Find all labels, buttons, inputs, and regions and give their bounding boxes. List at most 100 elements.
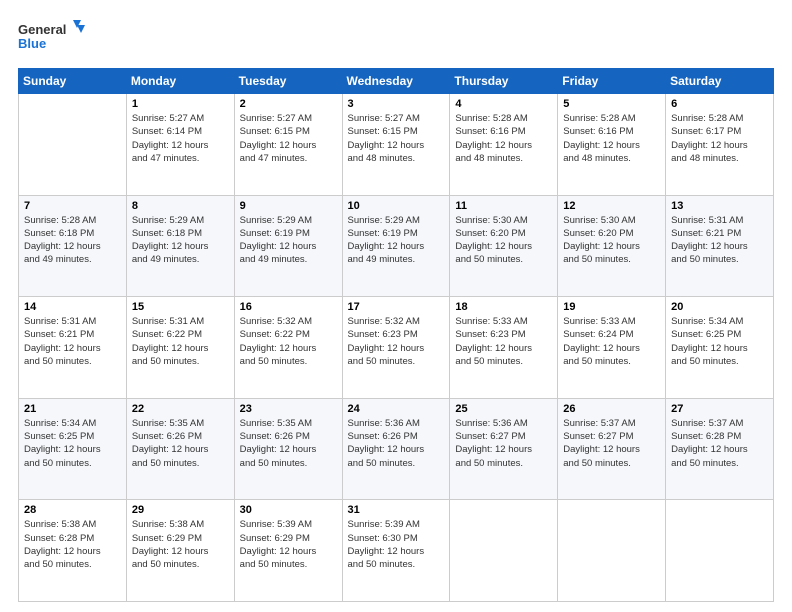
day-number: 16	[240, 301, 337, 313]
day-info: Sunrise: 5:27 AM Sunset: 6:15 PM Dayligh…	[348, 112, 445, 165]
logo: General Blue	[18, 18, 88, 58]
day-info: Sunrise: 5:29 AM Sunset: 6:19 PM Dayligh…	[240, 214, 337, 267]
calendar-cell: 24 Sunrise: 5:36 AM Sunset: 6:26 PM Dayli…	[342, 398, 450, 500]
day-info: Sunrise: 5:34 AM Sunset: 6:25 PM Dayligh…	[671, 315, 768, 368]
calendar-cell: 29 Sunrise: 5:38 AM Sunset: 6:29 PM Dayli…	[126, 500, 234, 602]
day-number: 28	[24, 504, 121, 516]
day-number: 6	[671, 98, 768, 110]
page: General Blue SundayMondayTuesdayWednesda…	[0, 0, 792, 612]
day-number: 1	[132, 98, 229, 110]
day-info: Sunrise: 5:29 AM Sunset: 6:18 PM Dayligh…	[132, 214, 229, 267]
day-number: 26	[563, 403, 660, 415]
calendar-cell: 19 Sunrise: 5:33 AM Sunset: 6:24 PM Dayli…	[558, 297, 666, 399]
day-number: 19	[563, 301, 660, 313]
calendar-cell: 7 Sunrise: 5:28 AM Sunset: 6:18 PM Daylig…	[19, 195, 127, 297]
day-info: Sunrise: 5:34 AM Sunset: 6:25 PM Dayligh…	[24, 417, 121, 470]
calendar-cell: 20 Sunrise: 5:34 AM Sunset: 6:25 PM Dayli…	[666, 297, 774, 399]
day-info: Sunrise: 5:38 AM Sunset: 6:28 PM Dayligh…	[24, 518, 121, 571]
week-row-3: 14 Sunrise: 5:31 AM Sunset: 6:21 PM Dayli…	[19, 297, 774, 399]
day-number: 21	[24, 403, 121, 415]
calendar-cell: 5Sunrise: 5:28 AM Sunset: 6:16 PM Daylig…	[558, 94, 666, 196]
week-row-2: 7 Sunrise: 5:28 AM Sunset: 6:18 PM Daylig…	[19, 195, 774, 297]
calendar-cell	[450, 500, 558, 602]
day-number: 24	[348, 403, 445, 415]
header: General Blue	[18, 18, 774, 58]
day-info: Sunrise: 5:31 AM Sunset: 6:21 PM Dayligh…	[671, 214, 768, 267]
logo-svg: General Blue	[18, 18, 88, 58]
calendar-cell: 6Sunrise: 5:28 AM Sunset: 6:17 PM Daylig…	[666, 94, 774, 196]
calendar-cell: 28 Sunrise: 5:38 AM Sunset: 6:28 PM Dayli…	[19, 500, 127, 602]
day-number: 5	[563, 98, 660, 110]
day-info: Sunrise: 5:28 AM Sunset: 6:16 PM Dayligh…	[455, 112, 552, 165]
day-info: Sunrise: 5:35 AM Sunset: 6:26 PM Dayligh…	[132, 417, 229, 470]
calendar-cell: 13 Sunrise: 5:31 AM Sunset: 6:21 PM Dayli…	[666, 195, 774, 297]
calendar-cell: 25 Sunrise: 5:36 AM Sunset: 6:27 PM Dayli…	[450, 398, 558, 500]
calendar-cell: 15Sunrise: 5:31 AM Sunset: 6:22 PM Dayli…	[126, 297, 234, 399]
day-number: 9	[240, 200, 337, 212]
weekday-header-sunday: Sunday	[19, 69, 127, 94]
day-number: 7	[24, 200, 121, 212]
calendar-cell: 16 Sunrise: 5:32 AM Sunset: 6:22 PM Dayli…	[234, 297, 342, 399]
calendar-cell: 3 Sunrise: 5:27 AM Sunset: 6:15 PM Daylig…	[342, 94, 450, 196]
calendar-cell: 21 Sunrise: 5:34 AM Sunset: 6:25 PM Dayli…	[19, 398, 127, 500]
day-info: Sunrise: 5:30 AM Sunset: 6:20 PM Dayligh…	[563, 214, 660, 267]
weekday-header-saturday: Saturday	[666, 69, 774, 94]
weekday-header-friday: Friday	[558, 69, 666, 94]
day-number: 31	[348, 504, 445, 516]
calendar-table: SundayMondayTuesdayWednesdayThursdayFrid…	[18, 68, 774, 602]
calendar-cell: 31 Sunrise: 5:39 AM Sunset: 6:30 PM Dayli…	[342, 500, 450, 602]
day-info: Sunrise: 5:27 AM Sunset: 6:14 PM Dayligh…	[132, 112, 229, 165]
day-number: 18	[455, 301, 552, 313]
calendar-cell: 10 Sunrise: 5:29 AM Sunset: 6:19 PM Dayli…	[342, 195, 450, 297]
calendar-cell: 14 Sunrise: 5:31 AM Sunset: 6:21 PM Dayli…	[19, 297, 127, 399]
weekday-header-monday: Monday	[126, 69, 234, 94]
weekday-header-row: SundayMondayTuesdayWednesdayThursdayFrid…	[19, 69, 774, 94]
calendar-cell: 26 Sunrise: 5:37 AM Sunset: 6:27 PM Dayli…	[558, 398, 666, 500]
svg-text:Blue: Blue	[18, 36, 46, 51]
day-info: Sunrise: 5:38 AM Sunset: 6:29 PM Dayligh…	[132, 518, 229, 571]
calendar-cell: 22 Sunrise: 5:35 AM Sunset: 6:26 PM Dayli…	[126, 398, 234, 500]
day-info: Sunrise: 5:29 AM Sunset: 6:19 PM Dayligh…	[348, 214, 445, 267]
calendar-cell: 23 Sunrise: 5:35 AM Sunset: 6:26 PM Dayli…	[234, 398, 342, 500]
day-number: 30	[240, 504, 337, 516]
calendar-cell: 8 Sunrise: 5:29 AM Sunset: 6:18 PM Daylig…	[126, 195, 234, 297]
calendar-cell: 27 Sunrise: 5:37 AM Sunset: 6:28 PM Dayli…	[666, 398, 774, 500]
day-number: 8	[132, 200, 229, 212]
day-info: Sunrise: 5:37 AM Sunset: 6:27 PM Dayligh…	[563, 417, 660, 470]
day-number: 23	[240, 403, 337, 415]
calendar-cell: 4 Sunrise: 5:28 AM Sunset: 6:16 PM Daylig…	[450, 94, 558, 196]
day-info: Sunrise: 5:36 AM Sunset: 6:26 PM Dayligh…	[348, 417, 445, 470]
day-info: Sunrise: 5:37 AM Sunset: 6:28 PM Dayligh…	[671, 417, 768, 470]
weekday-header-tuesday: Tuesday	[234, 69, 342, 94]
svg-text:General: General	[18, 22, 66, 37]
day-number: 27	[671, 403, 768, 415]
calendar-cell: 12Sunrise: 5:30 AM Sunset: 6:20 PM Dayli…	[558, 195, 666, 297]
day-info: Sunrise: 5:39 AM Sunset: 6:29 PM Dayligh…	[240, 518, 337, 571]
day-info: Sunrise: 5:35 AM Sunset: 6:26 PM Dayligh…	[240, 417, 337, 470]
day-info: Sunrise: 5:36 AM Sunset: 6:27 PM Dayligh…	[455, 417, 552, 470]
day-info: Sunrise: 5:33 AM Sunset: 6:23 PM Dayligh…	[455, 315, 552, 368]
day-number: 3	[348, 98, 445, 110]
day-number: 22	[132, 403, 229, 415]
calendar-cell	[666, 500, 774, 602]
day-info: Sunrise: 5:32 AM Sunset: 6:23 PM Dayligh…	[348, 315, 445, 368]
calendar-cell: 11Sunrise: 5:30 AM Sunset: 6:20 PM Dayli…	[450, 195, 558, 297]
day-info: Sunrise: 5:33 AM Sunset: 6:24 PM Dayligh…	[563, 315, 660, 368]
day-number: 15	[132, 301, 229, 313]
calendar-cell	[558, 500, 666, 602]
day-number: 25	[455, 403, 552, 415]
day-info: Sunrise: 5:32 AM Sunset: 6:22 PM Dayligh…	[240, 315, 337, 368]
day-info: Sunrise: 5:28 AM Sunset: 6:18 PM Dayligh…	[24, 214, 121, 267]
day-number: 29	[132, 504, 229, 516]
week-row-4: 21 Sunrise: 5:34 AM Sunset: 6:25 PM Dayli…	[19, 398, 774, 500]
calendar-cell: 1 Sunrise: 5:27 AM Sunset: 6:14 PM Daylig…	[126, 94, 234, 196]
day-info: Sunrise: 5:31 AM Sunset: 6:21 PM Dayligh…	[24, 315, 121, 368]
day-number: 14	[24, 301, 121, 313]
day-number: 20	[671, 301, 768, 313]
day-number: 10	[348, 200, 445, 212]
calendar-cell: 30 Sunrise: 5:39 AM Sunset: 6:29 PM Dayli…	[234, 500, 342, 602]
day-number: 13	[671, 200, 768, 212]
day-number: 4	[455, 98, 552, 110]
day-info: Sunrise: 5:30 AM Sunset: 6:20 PM Dayligh…	[455, 214, 552, 267]
day-info: Sunrise: 5:39 AM Sunset: 6:30 PM Dayligh…	[348, 518, 445, 571]
